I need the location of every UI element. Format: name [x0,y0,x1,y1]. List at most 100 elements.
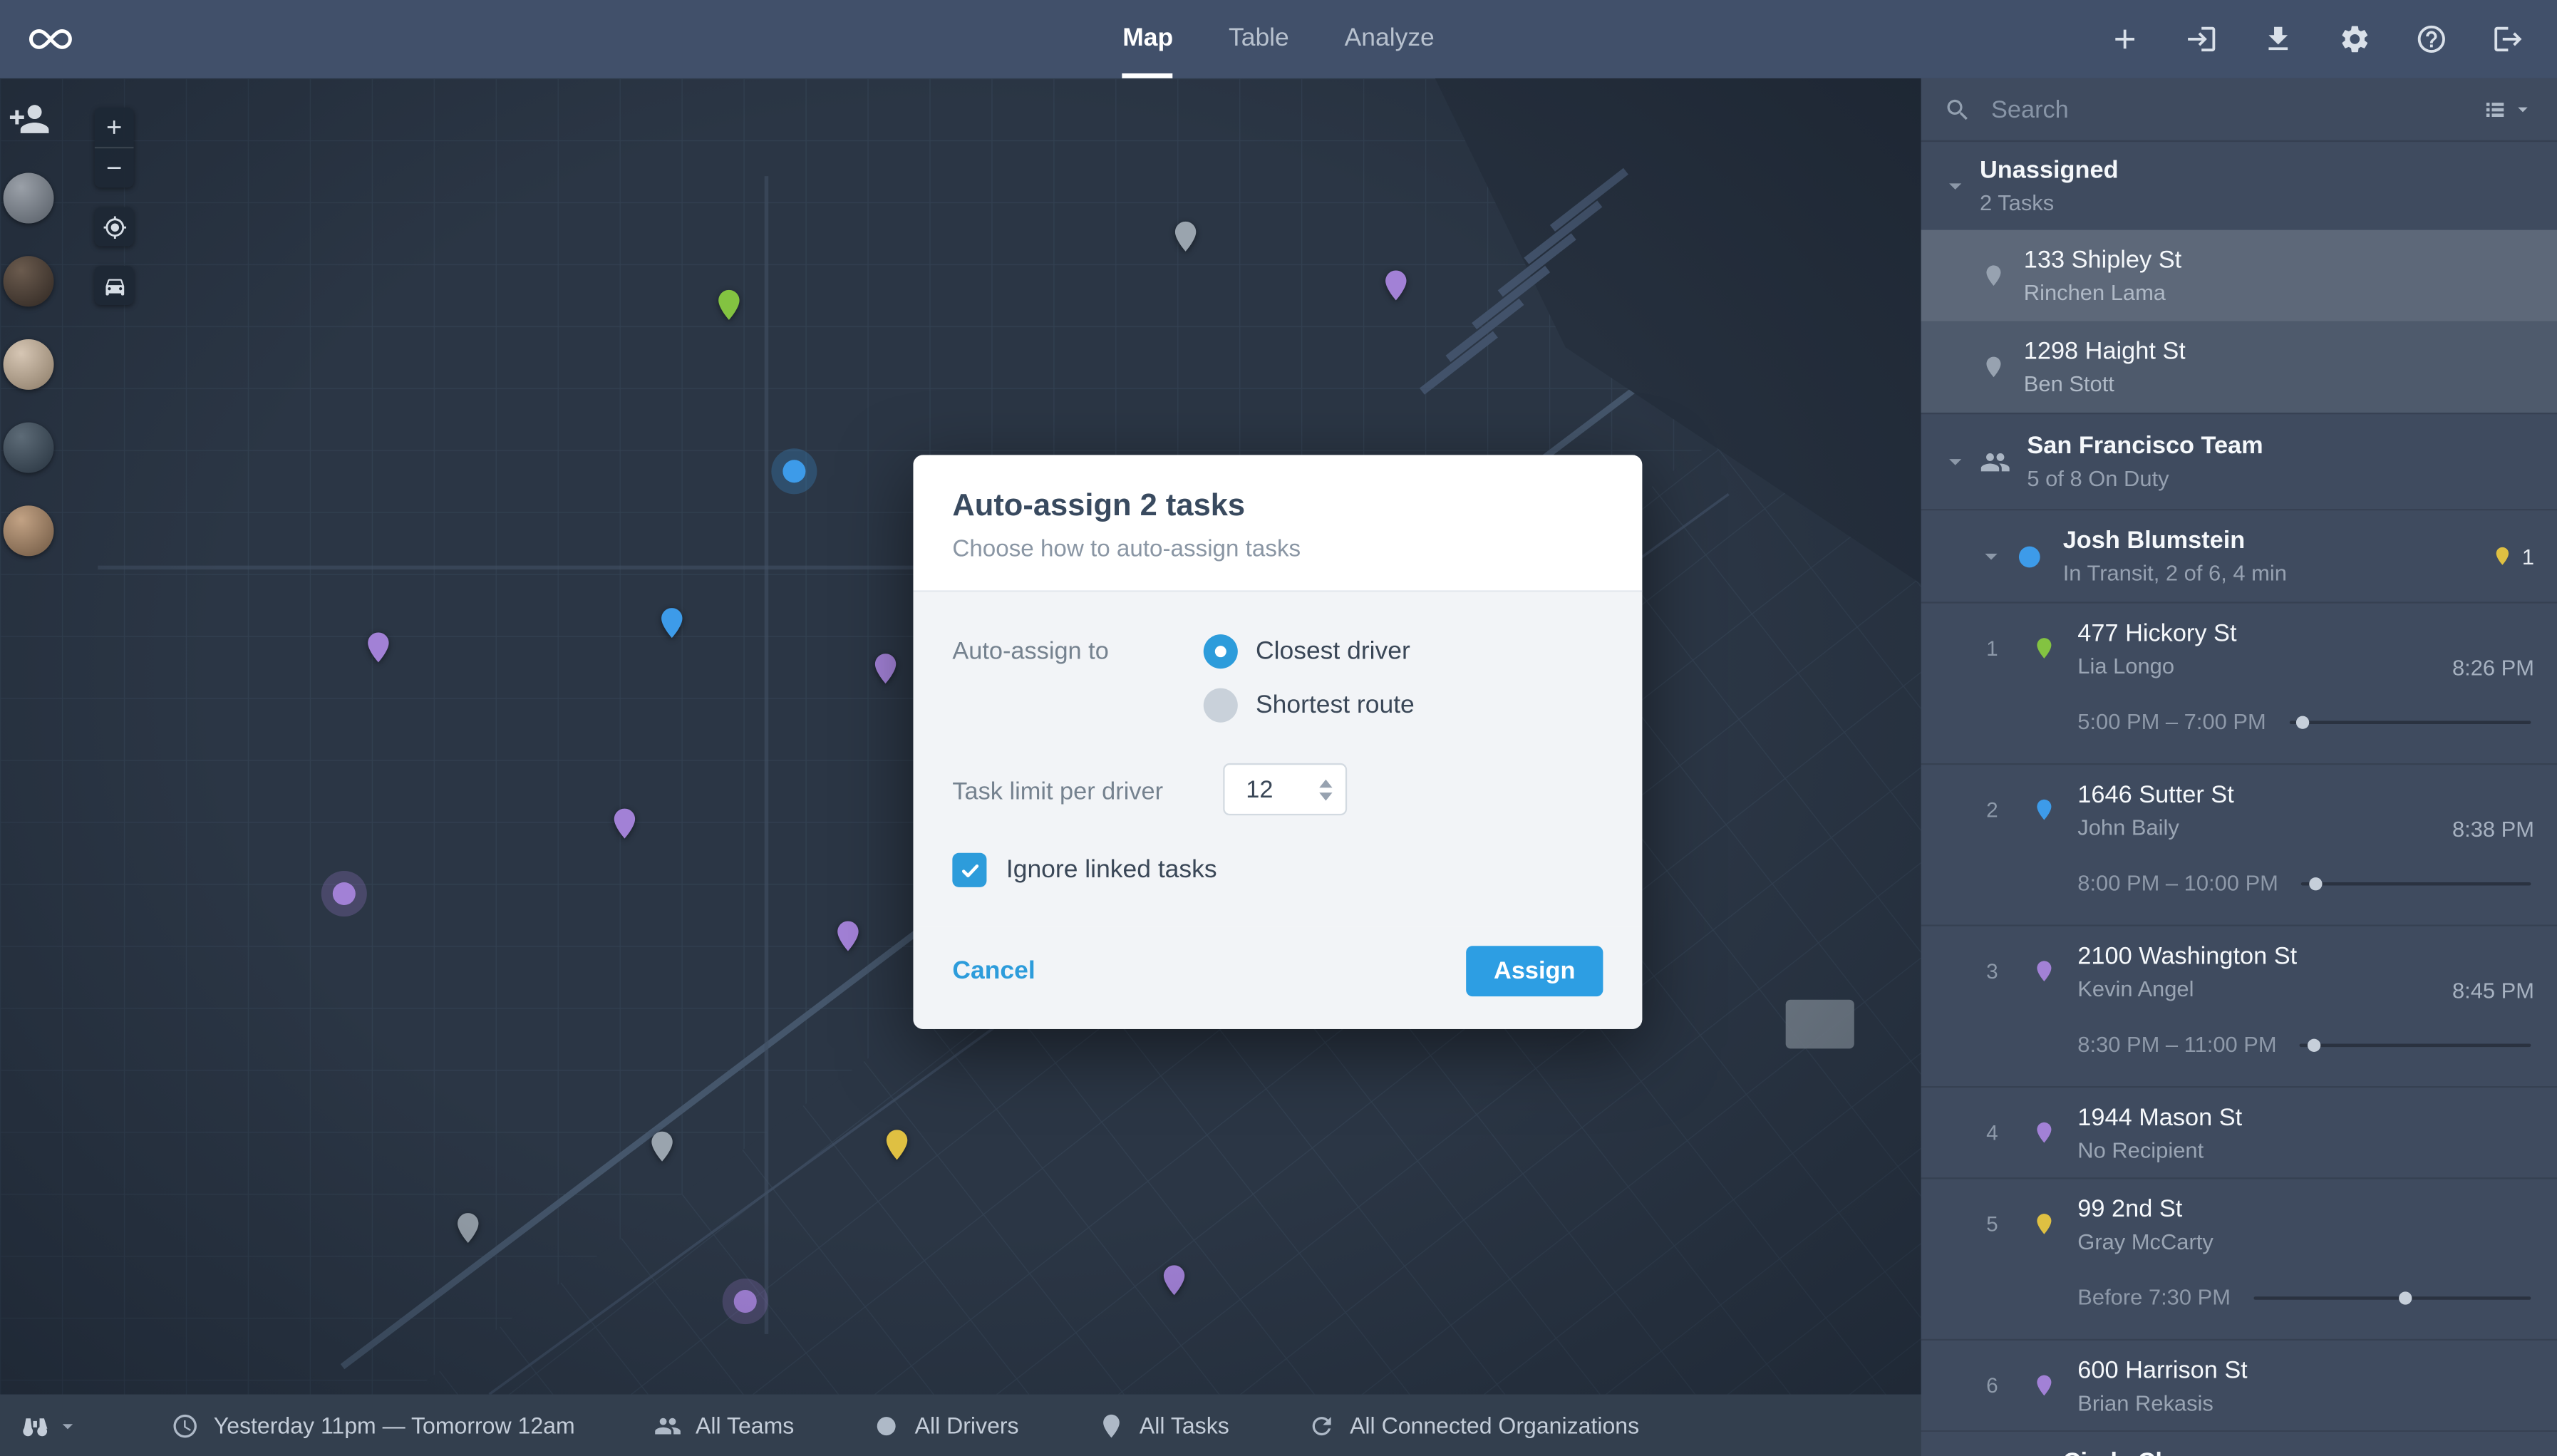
list-view-toggle[interactable] [2482,96,2534,123]
gear-button[interactable] [2338,23,2371,56]
radio-label: Shortest route [1255,691,1415,718]
clock-icon [171,1412,199,1440]
scope-filter-button[interactable] [19,1410,80,1440]
driver-task-row[interactable]: 4 1944 Mason St No Recipient [1921,1086,2557,1177]
assign-button[interactable]: Assign [1466,946,1603,997]
filter-all-teams[interactable]: All Teams [653,1412,794,1440]
driver-task-row[interactable]: 6 600 Harrison St Brian Rekasis [1921,1338,2557,1430]
zoom-in-button[interactable] [95,108,134,147]
tab-analyze[interactable]: Analyze [1345,0,1435,78]
driver-avatar[interactable] [3,422,54,473]
modal-header: Auto-assign 2 tasks Choose how to auto-a… [913,455,1643,591]
map-driver-dot[interactable] [733,1290,757,1313]
map-task-pin[interactable] [711,282,747,328]
download-button[interactable] [2262,23,2295,56]
task-progress-knob[interactable] [2306,1038,2320,1051]
search-input[interactable] [1988,93,2466,125]
map-driver-dot[interactable] [332,882,356,906]
chevron-down-icon[interactable] [1941,171,1970,200]
task-address: 477 Hickory St [2077,619,2237,647]
plus-button[interactable] [2109,23,2142,56]
map-task-pin[interactable] [644,1124,680,1170]
stepper-down-icon[interactable] [1319,791,1333,800]
filter-yesterday-11pm-tomorrow-12am[interactable]: Yesterday 11pm — Tomorrow 12am [171,1412,575,1440]
section-subtitle: 2 Tasks [1979,190,2055,216]
radio-circle-icon[interactable] [1203,688,1238,723]
task-progress-knob[interactable] [2296,715,2310,728]
map-task-pin[interactable] [606,801,642,847]
tab-table[interactable]: Table [1229,0,1289,78]
filter-all-tasks[interactable]: All Tasks [1097,1412,1229,1440]
task-progress-knob[interactable] [2400,1291,2413,1304]
driver-avatar[interactable] [3,172,54,224]
chevron-down-icon[interactable] [1976,542,2005,571]
map-task-pin[interactable] [830,913,866,959]
task-recipient: Rinchen Lama [2023,280,2166,305]
map-task-pin[interactable] [879,1122,914,1167]
driver-name: Josh Blumstein [2062,527,2246,555]
driver-task-row[interactable]: 3 2100 Washington St Kevin Angel 8:45 PM… [1921,924,2557,1086]
map-task-pin[interactable] [654,600,690,646]
filter-all-connected-organizations[interactable]: All Connected Organizations [1308,1412,1639,1440]
task-limit-label: Task limit per driver [952,777,1164,805]
add-driver-button[interactable] [7,98,49,140]
import-button[interactable] [2185,23,2218,56]
task-progress-track[interactable] [2300,876,2531,890]
map-task-pin[interactable] [1156,1257,1192,1303]
ignore-linked-checkbox[interactable] [952,852,987,887]
driver-task-row[interactable]: 1 477 Hickory St Lia Longo 8:26 PM 5:00 … [1921,601,2557,763]
chevron-down-icon [56,1413,80,1437]
driver-avatar[interactable] [3,256,54,307]
check-icon [961,863,978,877]
filter-bar: Yesterday 11pm — Tomorrow 12am All Teams… [0,1394,1921,1456]
driver-avatar[interactable] [3,505,54,557]
task-address: 1944 Mason St [2077,1103,2243,1131]
task-limit-input[interactable]: 12 [1223,763,1348,816]
driver-task-row[interactable]: 2 1646 Sutter St John Baily 8:38 PM 8:00… [1921,763,2557,925]
task-progress-knob[interactable] [2308,876,2322,890]
task-progress-track[interactable] [2253,1291,2531,1304]
ignore-linked-row: Ignore linked tasks [952,852,1603,887]
filter-label: Yesterday 11pm — Tomorrow 12am [213,1412,575,1439]
logout-button[interactable] [2492,23,2525,56]
tab-map[interactable]: Map [1122,0,1174,78]
locate-button[interactable] [94,207,134,247]
driver-task-badge: 1 [2493,543,2534,569]
map-task-pin[interactable] [1167,214,1203,259]
radio-closest-driver[interactable]: Closest driver [1203,634,1415,669]
map-task-pin[interactable] [1378,262,1414,308]
radio-circle-icon[interactable] [1203,634,1238,669]
unassigned-task-row[interactable]: 133 Shipley St Rinchen Lama [1921,229,2557,321]
unassigned-task-row[interactable]: 1298 Haight St Ben Stott [1921,321,2557,413]
traffic-button[interactable] [94,265,134,305]
task-progress-track[interactable] [2299,1038,2531,1051]
team-section-header[interactable]: San Francisco Team 5 of 8 On Duty [1921,412,2557,509]
driver-status: In Transit, 2 of 6, 4 min [2062,561,2287,586]
task-sequence-number: 3 [1986,959,1998,983]
cancel-button[interactable]: Cancel [952,956,1035,986]
driver-avatar[interactable] [3,339,54,390]
map-task-pin[interactable] [867,646,903,691]
map-task-pin[interactable] [450,1205,486,1251]
task-time-window: 8:00 PM – 10:00 PM [2077,870,2278,896]
help-button[interactable] [2415,23,2448,56]
driver-row-cindy-cheung[interactable]: Cindy Cheung Offline, 0 of 4 [1921,1430,2557,1456]
unassigned-section-header[interactable]: Unassigned 2 Tasks [1921,142,2557,230]
chevron-down-icon[interactable] [1941,447,1970,476]
app-window: Map Table Analyze Unassigned 2 Tasks 133 S… [0,0,2557,1456]
driver-row-josh-blumstein[interactable]: Josh Blumstein In Transit, 2 of 6, 4 min… [1921,508,2557,601]
map-task-pin[interactable] [361,624,396,670]
task-progress-track[interactable] [2288,715,2531,728]
modal-subtitle: Choose how to auto-assign tasks [952,536,1301,563]
plus-icon [103,115,125,138]
stepper-up-icon[interactable] [1319,778,1333,788]
map-driver-dot[interactable] [782,460,806,483]
app-logo-icon[interactable] [24,24,76,53]
org-icon [1308,1412,1336,1440]
stepper-buttons[interactable] [1319,778,1345,800]
filter-all-drivers[interactable]: All Drivers [872,1412,1019,1440]
zoom-out-button[interactable] [95,148,134,187]
driver-task-row[interactable]: 5 99 2nd St Gray McCarty Before 7:30 PM [1921,1177,2557,1339]
radio-shortest-route[interactable]: Shortest route [1203,688,1415,723]
task-sequence-number: 4 [1986,1120,1998,1145]
